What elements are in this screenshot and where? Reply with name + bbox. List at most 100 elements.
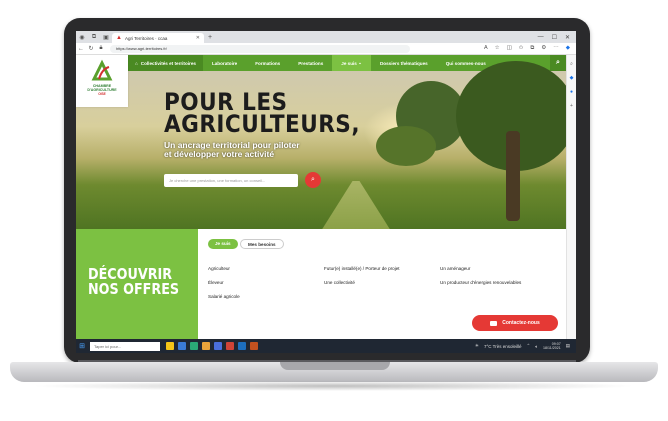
lock-icon: 🔒︎: [99, 45, 103, 51]
choice-collectivite[interactable]: Une collectivité: [324, 280, 355, 285]
tab-actions-icon[interactable]: ▣: [100, 34, 112, 41]
nav-item-qui-sommes-nous[interactable]: Qui sommes-nous: [437, 61, 495, 66]
browser-tools: A ☆ ◫ ✩ ⧉ ⚙ ⋯ ◆: [484, 45, 576, 52]
extensions-icon[interactable]: ⚙: [541, 45, 546, 52]
website-viewport: CHAMBRE D'AGRICULTURE OISE ⌂ Collectivit…: [76, 55, 566, 339]
browser-tab-active[interactable]: ▲ Agri Territoires · ccaa ✕: [112, 33, 204, 43]
browser-toolbar: ← ↻ 🔒︎ https://www.agri-territoires.fr/ …: [76, 43, 576, 55]
hero-subtitle-line2: et développer votre activité: [164, 149, 275, 159]
choice-agriculteur[interactable]: Agriculteur: [208, 266, 230, 271]
grass-path: [321, 181, 391, 231]
taskbar-people-icon[interactable]: [166, 342, 174, 350]
tab-je-suis[interactable]: Je suis: [208, 239, 238, 249]
offers-title: DÉCOUVRIR NOS OFFRES: [88, 267, 179, 297]
taskbar-store-icon[interactable]: [214, 342, 222, 350]
laptop-shadow: [30, 381, 638, 391]
tab-mes-besoins[interactable]: Mes besoins: [240, 239, 284, 249]
notifications-icon[interactable]: ▤: [566, 343, 570, 349]
sidebar-games-icon[interactable]: ●: [570, 89, 573, 95]
favorites-icon[interactable]: ✩: [519, 45, 524, 52]
maximize-icon[interactable]: ☐: [552, 34, 557, 41]
nav-item-je-suis[interactable]: Je suis ⌄: [332, 55, 371, 71]
offers-block: DÉCOUVRIR NOS OFFRES: [76, 229, 198, 339]
taskbar-explorer-icon[interactable]: [202, 342, 210, 350]
hero-search-input[interactable]: Je cherche une prestation, une formation…: [164, 174, 298, 187]
laptop-screen: ◉ ⧉ ▣ ▲ Agri Territoires · ccaa ✕ + — ☐ …: [76, 31, 576, 353]
workspaces-icon[interactable]: ⧉: [88, 34, 100, 41]
choice-eleveur[interactable]: Éleveur: [208, 280, 224, 285]
volume-icon[interactable]: 🔈︎: [535, 344, 538, 349]
choice-amenageur[interactable]: Un aménageur: [440, 266, 470, 271]
chevron-down-icon: ⌄: [358, 60, 362, 65]
taskbar-powerpoint-icon[interactable]: [250, 342, 258, 350]
taskbar-word-icon[interactable]: [238, 342, 246, 350]
read-aloud-icon[interactable]: A: [484, 45, 488, 52]
nav-item-laboratoire[interactable]: Laboratoire: [203, 61, 246, 66]
address-bar[interactable]: https://www.agri-territoires.fr/: [110, 44, 410, 53]
window-controls: — ☐ ✕: [538, 34, 576, 41]
minimize-icon[interactable]: —: [538, 34, 544, 41]
windows-taskbar: ⊞ Taper ici pour... ☀ 7°C Très ensoleill…: [76, 339, 576, 353]
logo-text: CHAMBRE D'AGRICULTURE: [87, 84, 116, 92]
photo-scene: ◉ ⧉ ▣ ▲ Agri Territoires · ccaa ✕ + — ☐ …: [0, 0, 668, 421]
weather-text[interactable]: 7°C Très ensoleillé: [484, 344, 522, 349]
hero-search-button[interactable]: ⌕: [305, 172, 321, 188]
contact-button[interactable]: Contactez-nous: [472, 315, 558, 331]
sidebar-add-icon[interactable]: +: [570, 103, 573, 109]
sidebar-search-icon[interactable]: ⌕: [570, 61, 573, 67]
search-icon: ⌕: [311, 176, 315, 183]
system-tray: ☀ 7°C Très ensoleillé ⌃ 🔈︎ 09:07 18/11/2…: [475, 342, 576, 350]
choice-futur-installe[interactable]: Futur(e) installé(e) / Porteur de projet: [324, 266, 400, 271]
browser-tabstrip: ◉ ⧉ ▣ ▲ Agri Territoires · ccaa ✕ + — ☐ …: [76, 31, 576, 43]
sidebar-shopping-icon[interactable]: ◆: [570, 75, 574, 81]
choice-salarie[interactable]: Salarié agricole: [208, 294, 240, 299]
taskbar-taskview-icon[interactable]: [178, 342, 186, 350]
tab-close-icon[interactable]: ✕: [196, 35, 200, 41]
clock-date: 18/11/2021: [543, 346, 561, 350]
site-favicon-icon: ▲: [116, 35, 122, 41]
refresh-icon[interactable]: ↻: [86, 45, 96, 52]
network-icon[interactable]: ⌃: [527, 343, 531, 349]
nav-item-prestations[interactable]: Prestations: [289, 61, 332, 66]
tab-title: Agri Territoires · ccaa: [124, 35, 168, 41]
site-logo[interactable]: CHAMBRE D'AGRICULTURE OISE: [76, 55, 128, 107]
logo-line3: OISE: [98, 92, 106, 96]
nav-item-formations[interactable]: Formations: [246, 61, 289, 66]
nav-collectivites-label: Collectivités et territoires: [140, 60, 196, 66]
windows-start-icon[interactable]: ⊞: [76, 342, 88, 350]
back-icon[interactable]: ←: [76, 46, 86, 52]
contact-button-label: Contactez-nous: [502, 320, 540, 326]
profile-icon[interactable]: ◉: [76, 34, 88, 41]
weather-icon: ☀: [474, 343, 479, 348]
bushes: [376, 126, 436, 166]
taskbar-edge-icon[interactable]: [190, 342, 198, 350]
laptop-base: [10, 362, 658, 382]
clock[interactable]: 09:07 18/11/2021: [543, 342, 561, 350]
nav-item-dossiers[interactable]: Dossiers thématiques: [371, 61, 437, 66]
taskbar-search-input[interactable]: Taper ici pour...: [90, 341, 160, 351]
hero-title-line2: AGRICULTEURS,: [164, 110, 360, 138]
hero-subtitle: Un ancrage territorial pour piloter et d…: [164, 141, 300, 159]
copilot-icon[interactable]: ◆: [566, 45, 570, 52]
hero-title: POUR LES AGRICULTEURS,: [164, 90, 360, 138]
collections-icon[interactable]: ⧉: [530, 45, 534, 52]
split-screen-icon[interactable]: ◫: [507, 45, 512, 52]
nav-search-icon[interactable]: ⌕: [550, 55, 566, 71]
favorite-star-icon[interactable]: ☆: [495, 45, 500, 52]
menu-dots-icon[interactable]: ⋯: [553, 45, 559, 52]
nav-collectivites[interactable]: ⌂ Collectivités et territoires: [128, 55, 203, 71]
hero-banner: POUR LES AGRICULTEURS, Un ancrage territ…: [76, 61, 566, 231]
tree-trunk: [506, 131, 520, 221]
close-window-icon[interactable]: ✕: [565, 34, 570, 41]
offers-title-line2: NOS OFFRES: [88, 280, 180, 298]
browser-sidebar: ⌕ ◆ ● +: [566, 55, 576, 339]
logo-mark-icon: [91, 59, 113, 81]
choice-producteur-energies[interactable]: Un producteur d'énergies renouvelables: [440, 280, 521, 285]
building-icon: ⌂: [135, 60, 138, 66]
laptop-notch: [280, 362, 390, 370]
nav-item-je-suis-label: Je suis: [341, 60, 357, 66]
taskbar-app-red-icon[interactable]: [226, 342, 234, 350]
new-tab-button[interactable]: +: [208, 34, 212, 41]
mail-icon: [490, 320, 498, 326]
taskbar-apps: [166, 342, 258, 350]
